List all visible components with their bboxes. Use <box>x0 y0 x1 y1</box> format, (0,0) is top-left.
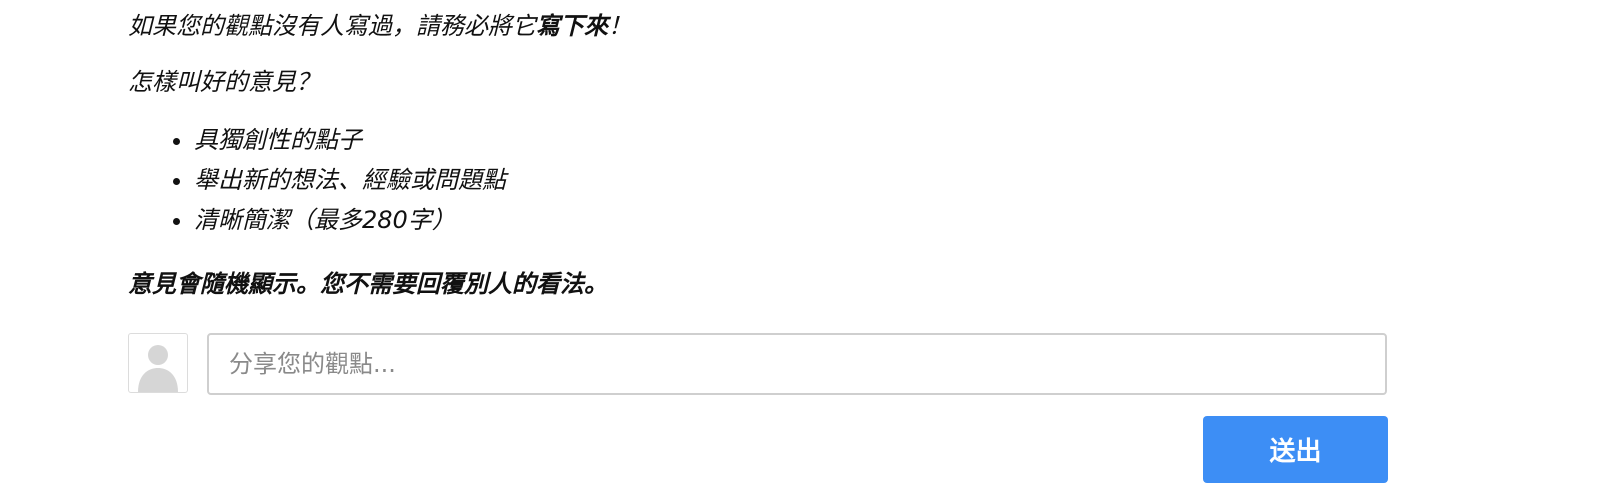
intro-emphasis: 寫下來 <box>536 12 608 40</box>
opinion-input[interactable] <box>207 333 1387 395</box>
list-item: 清晰簡潔（最多280字） <box>194 200 506 240</box>
list-item: 舉出新的想法、經驗或問題點 <box>194 160 506 200</box>
user-silhouette-icon <box>138 345 178 392</box>
intro-text: 如果您的觀點沒有人寫過，請務必將它寫下來！ <box>128 8 632 44</box>
intro-suffix: ！ <box>608 12 632 40</box>
random-display-note: 意見會隨機顯示。您不需要回覆別人的看法。 <box>128 270 608 298</box>
list-item: 具獨創性的點子 <box>194 120 506 160</box>
intro-prefix: 如果您的觀點沒有人寫過，請務必將它 <box>128 12 536 40</box>
good-opinion-question: 怎樣叫好的意見？ <box>128 68 320 96</box>
avatar <box>128 333 188 393</box>
submit-button[interactable]: 送出 <box>1203 416 1388 483</box>
criteria-list: 具獨創性的點子 舉出新的想法、經驗或問題點 清晰簡潔（最多280字） <box>128 120 506 240</box>
